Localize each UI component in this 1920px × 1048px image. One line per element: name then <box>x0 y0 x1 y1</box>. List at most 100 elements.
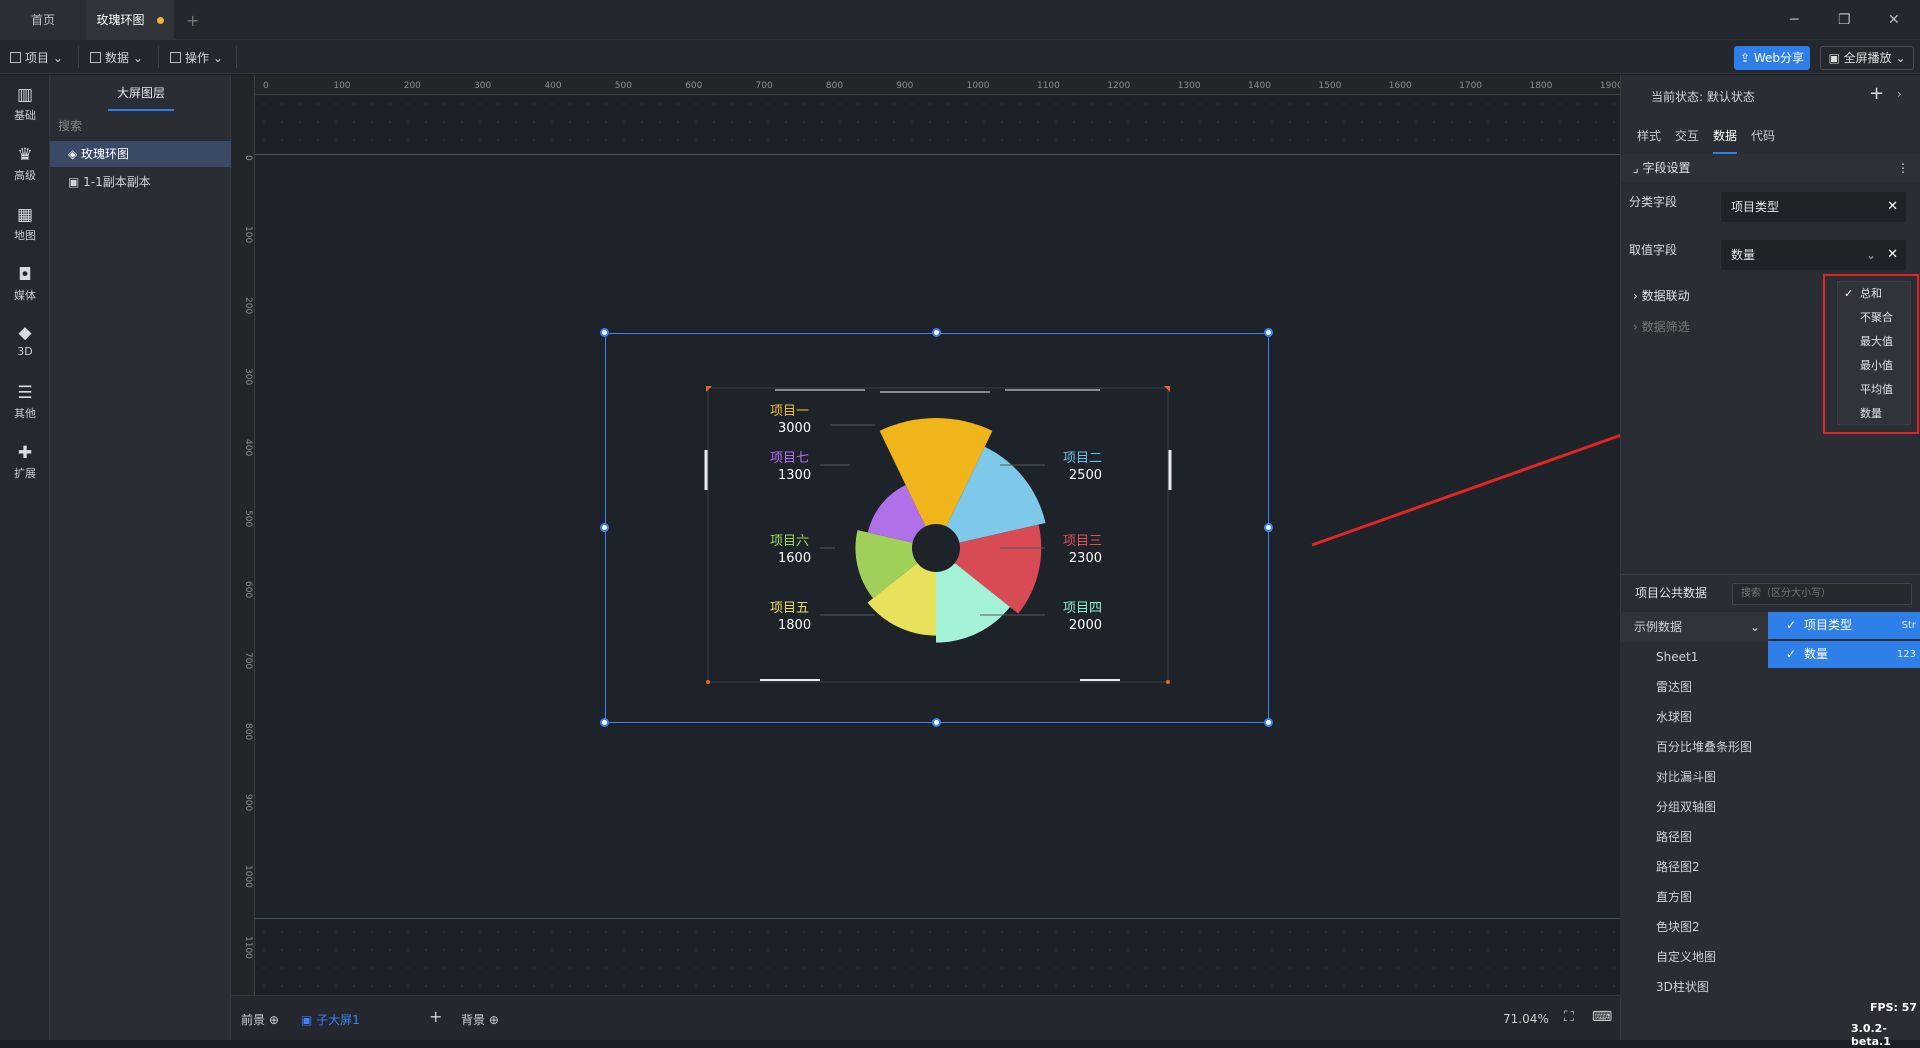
data-filter-label: 数据筛选 <box>1641 320 1690 334</box>
common-data-search[interactable]: 搜索（区分大小写） <box>1732 583 1912 605</box>
nav-label: 基础 <box>14 109 36 122</box>
chevron-right-icon[interactable]: › <box>1897 87 1902 101</box>
nav-other[interactable]: ☰ 其他 <box>0 383 50 421</box>
ruler-v-ticks: 0 100 200 300 400 500 600 700 800 900 1000 1100 <box>243 155 253 959</box>
tab-foreground[interactable]: 前景 ⊕ <box>241 1011 279 1028</box>
tab-rose-ring[interactable]: 玫瑰环图 <box>86 0 174 40</box>
selection-box[interactable] <box>605 333 1269 723</box>
nav-extension[interactable]: ✚ 扩展 <box>0 443 50 481</box>
tab-background[interactable]: 背景 ⊕ <box>461 1011 499 1028</box>
minimize-icon[interactable]: ─ <box>1790 12 1798 28</box>
ruler-label: 600 <box>685 81 702 91</box>
tab-subscreen[interactable]: ▣ 子大屏1 <box>301 1011 360 1028</box>
tree-item[interactable]: 雷达图 <box>1620 672 1770 702</box>
add-state-button[interactable]: + <box>1869 83 1884 104</box>
ruler-label: 300 <box>243 368 253 385</box>
add-tab-button[interactable]: + <box>186 11 199 30</box>
map-icon: ▦ <box>16 205 34 225</box>
resize-handle[interactable] <box>600 718 609 727</box>
tree-item[interactable]: 百分比堆叠条形图 <box>1620 732 1770 762</box>
nav-advanced[interactable]: ♛ 高级 <box>0 145 50 183</box>
resize-handle[interactable] <box>1264 523 1273 532</box>
agg-option-sum[interactable]: ✓ 总和 <box>1838 282 1912 306</box>
vertical-ruler: 0 100 200 300 400 500 600 700 800 900 1000 1100 <box>231 75 255 995</box>
agg-option-none[interactable]: 不聚合 <box>1838 306 1912 330</box>
tab-code[interactable]: 代码 <box>1751 127 1775 152</box>
ruler-label: 0 <box>263 81 269 91</box>
ruler-label: 700 <box>243 652 253 669</box>
tree-item[interactable]: 3D柱状图 <box>1620 972 1770 1002</box>
menu-ops[interactable]: 操作 ⌄ <box>170 49 223 66</box>
state-value: 默认状态 <box>1706 90 1755 104</box>
clear-icon[interactable]: ✕ <box>1887 240 1898 270</box>
chevron-down-icon: ⌄ <box>1749 620 1760 634</box>
fullscreen-button[interactable]: ▣ 全屏播放 ⌄ <box>1820 46 1914 70</box>
menu-data[interactable]: 数据 ⌄ <box>90 49 143 66</box>
agg-option-min[interactable]: 最小值 <box>1838 354 1912 378</box>
add-screen-button[interactable]: + <box>429 1007 442 1026</box>
check-icon: ✓ <box>1844 287 1854 300</box>
tree-item[interactable]: 路径图 <box>1620 822 1770 852</box>
category-field-select[interactable]: 项目类型 ✕ <box>1721 192 1906 222</box>
keyboard-icon[interactable]: ⌨ <box>1592 1009 1612 1025</box>
layer-item[interactable]: ◈ 玫瑰环图 <box>50 141 231 167</box>
tab-data[interactable]: 数据 <box>1713 127 1738 154</box>
layers-search-input[interactable]: 搜索 <box>58 117 82 134</box>
layer-item[interactable]: ▣ 1-1副本副本 <box>50 169 231 195</box>
nav-media[interactable]: ◘ 媒体 <box>0 265 50 303</box>
resize-handle[interactable] <box>600 328 609 337</box>
field-settings-header[interactable]: ⌟ 字段设置 ⋮ <box>1621 154 1920 182</box>
agg-option-max[interactable]: 最大值 <box>1838 330 1912 354</box>
ruler-label: 500 <box>615 81 632 91</box>
nav-3d[interactable]: ◆ 3D <box>0 323 50 358</box>
fit-screen-icon[interactable]: ⛶ <box>1564 1009 1574 1025</box>
tree-item[interactable]: 色块图2 <box>1620 912 1770 942</box>
nav-basic[interactable]: ▥ 基础 <box>0 85 50 123</box>
resize-handle[interactable] <box>932 718 941 727</box>
resize-handle[interactable] <box>1264 328 1273 337</box>
tree-item[interactable]: 水球图 <box>1620 702 1770 732</box>
resize-handle[interactable] <box>600 523 609 532</box>
column-item[interactable]: ✓ 项目类型 Str <box>1768 612 1920 639</box>
ruler-label: 0 <box>243 155 253 161</box>
ruler-label: 1500 <box>1318 81 1341 91</box>
value-field-select[interactable]: 数量 ⌄ ✕ <box>1721 240 1906 270</box>
foreground-label: 前景 <box>241 1013 266 1027</box>
chevron-down-icon[interactable]: ⌄ <box>1866 240 1876 270</box>
menu-project[interactable]: 项目 ⌄ <box>10 49 63 66</box>
close-icon[interactable]: ✕ <box>1888 12 1900 28</box>
nav-map[interactable]: ▦ 地图 <box>0 205 50 243</box>
restore-icon[interactable]: ❐ <box>1838 12 1851 28</box>
component-nav: ▥ 基础 ♛ 高级 ▦ 地图 ◘ 媒体 ◆ 3D ☰ 其他 ✚ 扩展 <box>0 75 50 1040</box>
tree-item[interactable]: 路径图2 <box>1620 852 1770 882</box>
tree-root-label: 示例数据 <box>1634 620 1683 634</box>
ruler-label: 100 <box>243 226 253 243</box>
resize-handle[interactable] <box>932 328 941 337</box>
nav-label: 地图 <box>14 229 36 242</box>
menu-ops-label: 操作 <box>185 51 210 65</box>
ruler-label: 200 <box>243 297 253 314</box>
tree-item[interactable]: 对比漏斗图 <box>1620 762 1770 792</box>
tree-item[interactable]: Sheet1 <box>1620 642 1770 672</box>
tree-item[interactable]: 自定义地图 <box>1620 942 1770 972</box>
agg-option-avg[interactable]: 平均值 <box>1838 378 1912 402</box>
resize-handle[interactable] <box>1264 718 1273 727</box>
ruler-label: 600 <box>243 581 253 598</box>
tab-home[interactable]: 首页 <box>0 0 86 40</box>
web-share-button[interactable]: ⇪ Web分享 <box>1734 46 1810 70</box>
tree-item[interactable]: 分组双轴图 <box>1620 792 1770 822</box>
title-bar: 首页 玫瑰环图 + ─ ❐ ✕ <box>0 0 1920 40</box>
layers-title[interactable]: 大屏图层 <box>108 84 174 111</box>
agg-option-count[interactable]: 数量 <box>1838 402 1912 426</box>
zoom-level[interactable]: 71.04% <box>1503 1012 1549 1026</box>
tab-style[interactable]: 样式 <box>1637 127 1661 152</box>
clear-icon[interactable]: ✕ <box>1887 192 1898 222</box>
value-field-value: 数量 <box>1731 248 1756 262</box>
tree-root[interactable]: 示例数据 ⌄ <box>1620 612 1770 642</box>
more-icon[interactable]: ⋮ <box>1897 154 1909 182</box>
tab-interaction[interactable]: 交互 <box>1675 127 1699 152</box>
column-item[interactable]: ✓ 数量 123 <box>1768 641 1920 668</box>
ruler-label: 900 <box>243 794 253 811</box>
tree-item[interactable]: 直方图 <box>1620 882 1770 912</box>
nav-label: 媒体 <box>14 289 36 302</box>
